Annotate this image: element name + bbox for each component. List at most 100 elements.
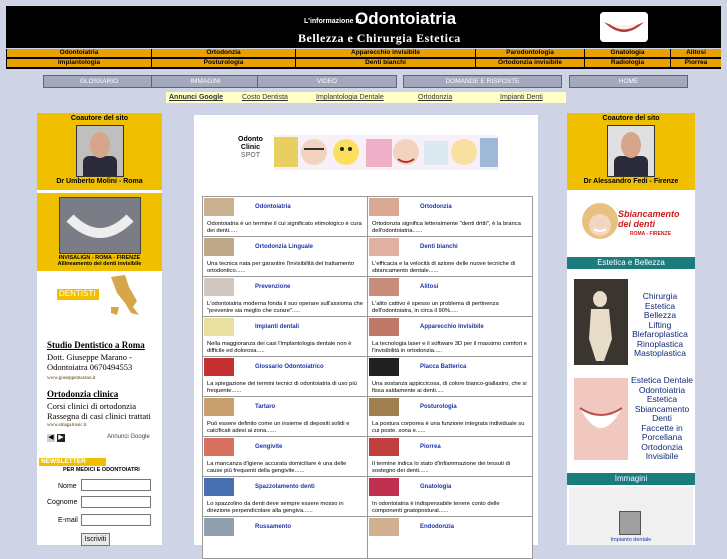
topic-title[interactable]: Prevenzione bbox=[255, 284, 290, 290]
topic-title[interactable]: Gengivite bbox=[255, 444, 282, 450]
topic-title[interactable]: Piorrea bbox=[420, 444, 441, 450]
topic-card[interactable]: Gnatologia In odontoiatria è indispensabi… bbox=[367, 476, 533, 519]
topic-thumbnail[interactable] bbox=[204, 358, 234, 376]
nav-item[interactable]: Apparecchio invisibile bbox=[296, 49, 475, 57]
nav-item[interactable]: Gnatologia bbox=[585, 49, 670, 57]
banner-cartoon[interactable] bbox=[274, 135, 498, 170]
topic-card[interactable]: Glossario Odontoiatrico La spiegazione de… bbox=[202, 356, 368, 399]
topic-thumbnail[interactable] bbox=[369, 238, 399, 256]
nav-item[interactable]: Denti bianchi bbox=[296, 59, 475, 67]
topic-thumbnail[interactable] bbox=[369, 318, 399, 336]
topic-card[interactable]: Endodonzia bbox=[367, 516, 533, 559]
sponsor-name[interactable]: Dr Alessandro Fedi - Firenze bbox=[567, 178, 695, 185]
topic-card[interactable]: Alitosi L'alito cattivo è spesso un probl… bbox=[367, 276, 533, 319]
topic-thumbnail[interactable] bbox=[369, 438, 399, 456]
ad1-url[interactable]: www.giuseppemarano.it bbox=[47, 376, 96, 381]
nav-item[interactable]: Radiologia bbox=[585, 59, 670, 67]
sbiancamento-banner[interactable]: Sbiancamento dei denti ROMA - FIRENZE bbox=[578, 197, 686, 251]
topic-title[interactable]: Russamento bbox=[255, 524, 291, 530]
topic-card[interactable]: Piorrea Il termine indica lo stato d'infi… bbox=[367, 436, 533, 479]
ad-link[interactable]: Impianti Denti bbox=[500, 92, 543, 103]
topic-thumbnail[interactable] bbox=[369, 518, 399, 536]
ad2-title[interactable]: Ortodonzia clinica bbox=[47, 389, 118, 399]
topic-thumbnail[interactable] bbox=[369, 478, 399, 496]
topic-card[interactable]: Tartaro Può essere definito come un insie… bbox=[202, 396, 368, 439]
topic-card[interactable]: Placca Batterica Una sostanza appiccicosa… bbox=[367, 356, 533, 399]
topic-card[interactable]: Posturologia La postura corporea è una fu… bbox=[367, 396, 533, 439]
topic-thumbnail[interactable] bbox=[369, 398, 399, 416]
ad-link[interactable]: Implantologia Dentale bbox=[316, 92, 384, 103]
ad-prev-arrow-icon[interactable]: ◀ bbox=[47, 434, 55, 442]
topic-title[interactable]: Placca Batterica bbox=[420, 364, 466, 370]
topic-title[interactable]: Spazzolamento denti bbox=[255, 484, 315, 490]
sponsor-photo[interactable] bbox=[76, 125, 124, 177]
topic-thumbnail[interactable] bbox=[369, 278, 399, 296]
ad-link[interactable]: Ortodonzia bbox=[418, 92, 452, 103]
nav-item[interactable]: Parodontologia bbox=[476, 49, 584, 57]
topic-title[interactable]: Glossario Odontoiatrico bbox=[255, 364, 324, 370]
ad-link[interactable]: Costo Dentista bbox=[242, 92, 288, 103]
topic-card[interactable]: Russamento bbox=[202, 516, 368, 559]
invisalign-box[interactable]: INVISALIGN - ROMA - FIRENZE Allineamento… bbox=[37, 193, 162, 271]
topic-card[interactable]: Impianti dentali Nella maggioranza dei ca… bbox=[202, 316, 368, 359]
topic-title[interactable]: Odontoiatria bbox=[255, 204, 291, 210]
immagini-button[interactable]: IMMAGINI bbox=[151, 75, 260, 88]
nav-item[interactable]: Piorrea bbox=[671, 59, 721, 67]
topic-thumbnail[interactable] bbox=[369, 198, 399, 216]
ad2-url[interactable]: www.smagalrosic.it bbox=[47, 423, 87, 428]
implant-caption[interactable]: Impianto dentale bbox=[569, 537, 693, 543]
glossario-button[interactable]: GLOSSARIO bbox=[43, 75, 155, 88]
topic-thumbnail[interactable] bbox=[204, 398, 234, 416]
topic-title[interactable]: Denti bianchi bbox=[420, 244, 458, 250]
google-ads-footer[interactable]: Annunci Google bbox=[107, 434, 150, 440]
topic-card[interactable]: Ortodonzia Linguale Una tecnica nata per … bbox=[202, 236, 368, 279]
domande-button[interactable]: DOMANDE E RISPOSTE bbox=[403, 75, 562, 88]
topic-title[interactable]: Posturologia bbox=[420, 404, 457, 410]
topic-thumbnail[interactable] bbox=[369, 358, 399, 376]
banner-logo[interactable]: Odonto Clinic SPOT bbox=[238, 136, 263, 160]
video-button[interactable]: VIDEO bbox=[257, 75, 397, 88]
topic-card[interactable]: Denti bianchi L'efficacia e la velocità d… bbox=[367, 236, 533, 279]
google-ads-label[interactable]: Annunci Google bbox=[169, 92, 223, 103]
nav-item[interactable]: Ortodonzia invisibile bbox=[476, 59, 584, 67]
sponsor-name[interactable]: Dr Umberto Molini - Roma bbox=[37, 178, 162, 185]
topic-title[interactable]: Alitosi bbox=[420, 284, 438, 290]
venus-image[interactable] bbox=[574, 279, 628, 365]
topic-thumbnail[interactable] bbox=[204, 318, 234, 336]
topic-card[interactable]: Apparecchio Invisibile La tecnologia lase… bbox=[367, 316, 533, 359]
home-button[interactable]: HOME bbox=[569, 75, 688, 88]
topic-card[interactable]: Gengivite La mancanza d'igiene accurata d… bbox=[202, 436, 368, 479]
smile-image[interactable] bbox=[574, 378, 628, 460]
topic-title[interactable]: Gnatologia bbox=[420, 484, 451, 490]
topic-thumbnail[interactable] bbox=[204, 478, 234, 496]
dentisti-label[interactable]: DENTISTI bbox=[57, 289, 99, 300]
topic-card[interactable]: Prevenzione L'odontoiatria moderna fonda … bbox=[202, 276, 368, 319]
topic-title[interactable]: Tartaro bbox=[255, 404, 275, 410]
nav-item[interactable]: Ortodonzia bbox=[152, 49, 295, 57]
nav-item[interactable]: Odontoiatria bbox=[7, 49, 151, 57]
email-field[interactable] bbox=[81, 514, 151, 526]
ad-next-arrow-icon[interactable]: ▶ bbox=[57, 434, 65, 442]
subscribe-button[interactable]: Iscriviti bbox=[81, 533, 110, 546]
topic-card[interactable]: Ortodonzia Ortodonzia significa letteralm… bbox=[367, 196, 533, 239]
topic-thumbnail[interactable] bbox=[204, 438, 234, 456]
nav-item[interactable]: Alitosi bbox=[671, 49, 721, 57]
list-item[interactable]: Invisibile bbox=[629, 451, 695, 462]
site-title[interactable]: Odontoiatria bbox=[355, 9, 456, 29]
nome-field[interactable] bbox=[81, 479, 151, 491]
cognome-field[interactable] bbox=[81, 496, 151, 508]
topic-title[interactable]: Endodonzia bbox=[420, 524, 454, 530]
topic-title[interactable]: Apparecchio Invisibile bbox=[420, 324, 484, 330]
topic-title[interactable]: Ortodonzia Linguale bbox=[255, 244, 313, 250]
topic-title[interactable]: Ortodonzia bbox=[420, 204, 452, 210]
ad1-title[interactable]: Studio Dentistico a Roma bbox=[47, 340, 145, 350]
topic-thumbnail[interactable] bbox=[204, 278, 234, 296]
topic-thumbnail[interactable] bbox=[204, 198, 234, 216]
topic-card[interactable]: Spazzolamento denti Lo spazzolino da dent… bbox=[202, 476, 368, 519]
implant-image[interactable] bbox=[619, 511, 641, 535]
topic-thumbnail[interactable] bbox=[204, 518, 234, 536]
topic-thumbnail[interactable] bbox=[204, 238, 234, 256]
nav-item[interactable]: Posturologia bbox=[152, 59, 295, 67]
sponsor-photo[interactable] bbox=[607, 125, 655, 177]
topic-title[interactable]: Impianti dentali bbox=[255, 324, 299, 330]
